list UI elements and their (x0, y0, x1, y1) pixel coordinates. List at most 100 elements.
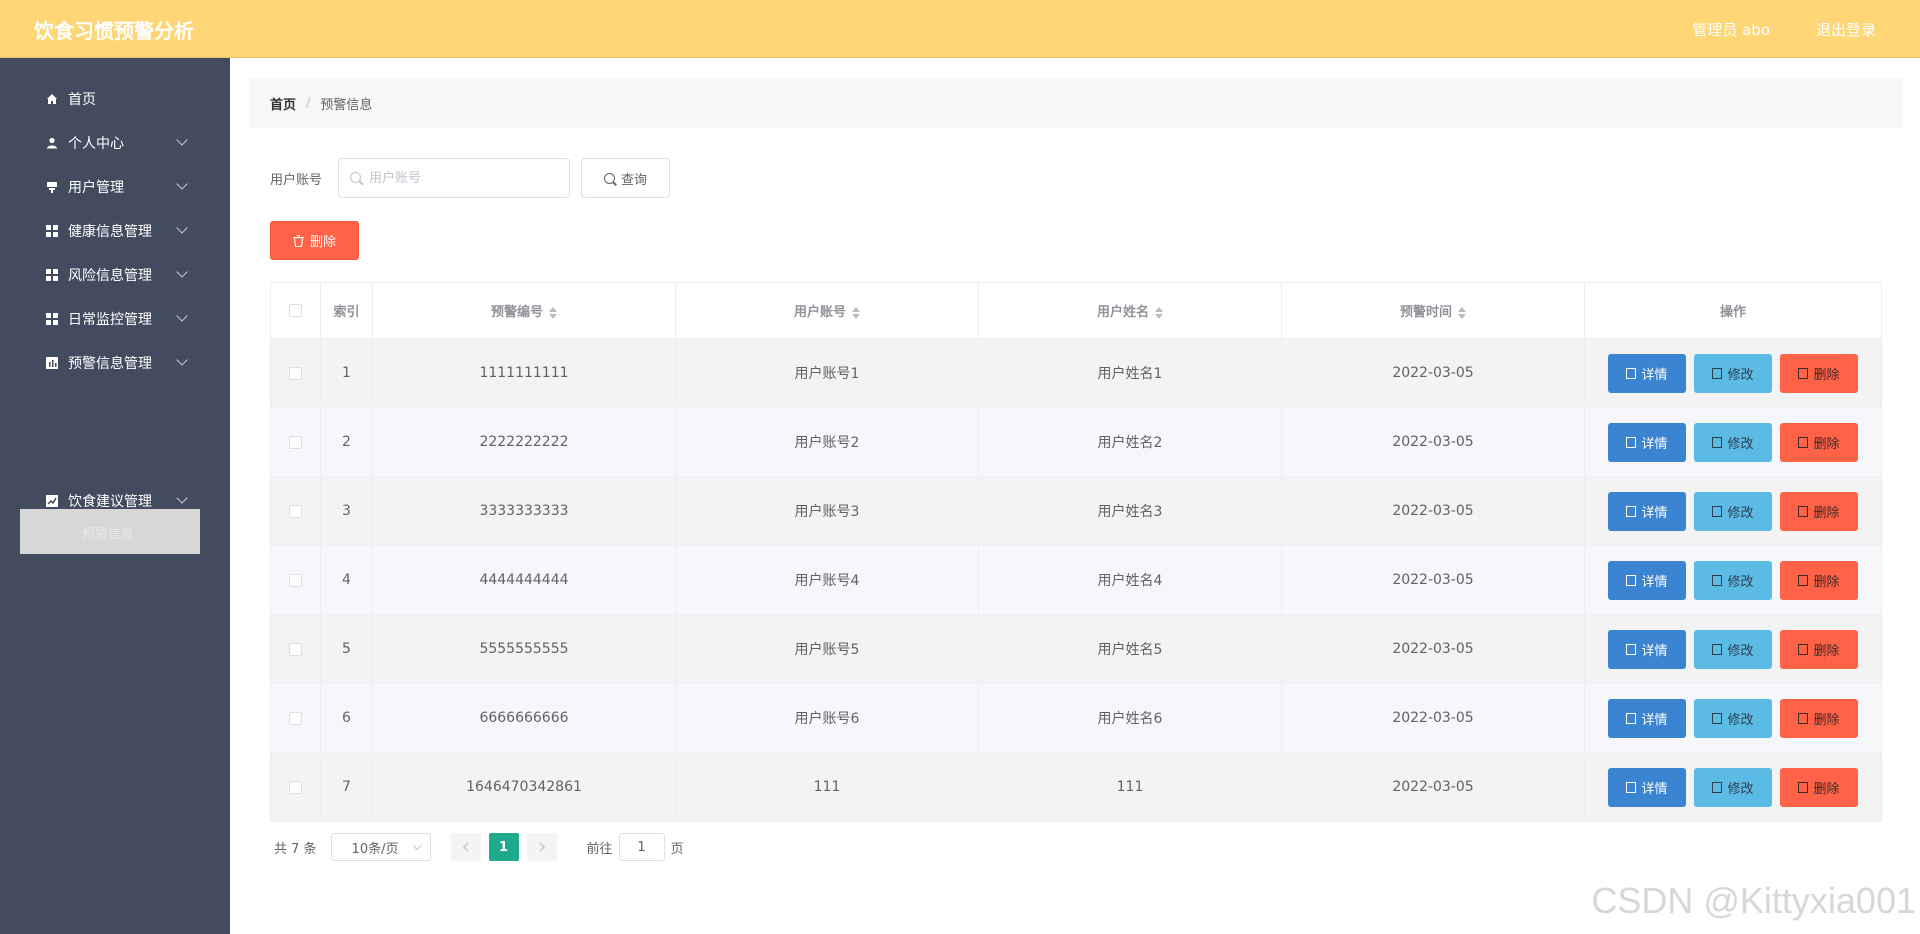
delete-button-label: 删除 (1813, 643, 1840, 659)
edit-button-label: 修改 (1727, 367, 1754, 383)
edit-button[interactable]: 修改 (1694, 698, 1772, 738)
detail-button[interactable]: 详情 (1608, 629, 1686, 669)
edit-button-label: 修改 (1727, 574, 1754, 590)
chevron-left-icon (462, 842, 469, 852)
pencil-icon (1712, 574, 1723, 586)
sidebar-item-label: 风险信息管理 (68, 268, 152, 284)
trash-icon (292, 234, 304, 247)
delete-button[interactable]: 删除 (1780, 698, 1858, 738)
next-page-button[interactable] (526, 833, 557, 861)
sidebar-item-label: 饮食建议管理 (68, 494, 152, 510)
delete-button[interactable]: 删除 (1780, 491, 1858, 531)
detail-button-label: 详情 (1641, 436, 1668, 452)
user-icon (45, 136, 59, 150)
header-time[interactable]: 预警时间 (1281, 282, 1585, 339)
edit-button-label: 修改 (1727, 643, 1754, 659)
page-number-current[interactable]: 1 (488, 833, 519, 861)
edit-button[interactable]: 修改 (1694, 629, 1772, 669)
document-icon (1626, 781, 1637, 793)
sidebar-subitem-label: 预警信息 (82, 527, 135, 542)
sidebar-item-user-management[interactable]: 用户管理 (0, 167, 230, 207)
edit-button[interactable]: 修改 (1694, 422, 1772, 462)
pencil-icon (1712, 643, 1723, 655)
bulk-delete-label: 删除 (309, 235, 336, 250)
bulk-delete-button[interactable]: 删除 (270, 221, 359, 260)
top-bar: 饮食习惯预警分析 管理员 abo 退出登录 (0, 0, 1920, 58)
breadcrumb-home[interactable]: 首页 (270, 94, 296, 113)
table-row: 2 2222222222 用户账号2 用户姓名2 2022-03-05 详情 修改 删除 (270, 407, 1882, 477)
sidebar-item-diet-advice[interactable]: 饮食建议管理 (0, 481, 230, 521)
sort-icon[interactable] (549, 306, 557, 319)
goto-page-input[interactable] (618, 833, 665, 861)
cell-ops: 详情 修改 删除 (1584, 338, 1882, 408)
chevron-down-icon (176, 178, 188, 190)
delete-button[interactable]: 删除 (1780, 353, 1858, 393)
row-checkbox[interactable] (289, 504, 302, 518)
header-warn-no[interactable]: 预警编号 (372, 282, 676, 339)
cell-ops: 详情 修改 删除 (1584, 752, 1882, 822)
search-icon (350, 172, 361, 183)
prev-page-button[interactable] (450, 833, 481, 861)
detail-button-label: 详情 (1641, 781, 1668, 797)
header-name[interactable]: 用户姓名 (978, 282, 1282, 339)
edit-button[interactable]: 修改 (1694, 491, 1772, 531)
document-icon (1626, 712, 1637, 724)
row-checkbox[interactable] (289, 573, 302, 587)
sidebar-item-personal-center[interactable]: 个人中心 (0, 123, 230, 163)
delete-button[interactable]: 删除 (1780, 629, 1858, 669)
search-box (338, 158, 570, 198)
cell-account: 用户账号2 (675, 407, 979, 477)
detail-button[interactable]: 详情 (1608, 698, 1686, 738)
row-checkbox[interactable] (289, 780, 302, 794)
pencil-icon (1712, 505, 1723, 517)
cell-warn-no: 1111111111 (372, 338, 676, 408)
sort-icon[interactable] (1155, 306, 1163, 319)
sidebar-item-daily-monitor[interactable]: 日常监控管理 (0, 299, 230, 339)
search-input[interactable] (369, 168, 559, 188)
edit-button[interactable]: 修改 (1694, 560, 1772, 600)
sidebar-item-home[interactable]: 首页 (0, 79, 230, 119)
row-checkbox[interactable] (289, 642, 302, 656)
grid-icon (45, 312, 59, 326)
query-button[interactable]: 查询 (581, 158, 670, 198)
detail-button[interactable]: 详情 (1608, 422, 1686, 462)
row-checkbox[interactable] (289, 711, 302, 725)
delete-button-label: 删除 (1813, 505, 1840, 521)
detail-button[interactable]: 详情 (1608, 560, 1686, 600)
page-size-select[interactable]: 10条/页 (330, 833, 431, 861)
delete-button[interactable]: 删除 (1780, 422, 1858, 462)
detail-button-label: 详情 (1641, 367, 1668, 383)
pencil-icon (1712, 436, 1723, 448)
sort-icon[interactable] (852, 306, 860, 319)
logout-link[interactable]: 退出登录 (1816, 19, 1876, 40)
row-select-cell (270, 614, 321, 684)
select-all-checkbox[interactable] (289, 304, 302, 317)
detail-button[interactable]: 详情 (1608, 767, 1686, 807)
sidebar-item-risk-info[interactable]: 风险信息管理 (0, 255, 230, 295)
goto-label: 前往 (586, 841, 613, 857)
sidebar-item-health-info[interactable]: 健康信息管理 (0, 211, 230, 251)
trash-icon (1798, 505, 1809, 517)
row-checkbox[interactable] (289, 435, 302, 449)
row-checkbox[interactable] (289, 366, 302, 380)
sidebar-item-warning-info[interactable]: 预警信息管理 (0, 343, 230, 383)
delete-button[interactable]: 删除 (1780, 560, 1858, 600)
edit-button[interactable]: 修改 (1694, 767, 1772, 807)
cell-name: 用户姓名6 (978, 683, 1282, 753)
home-icon (45, 92, 59, 106)
delete-button[interactable]: 删除 (1780, 767, 1858, 807)
cell-account: 111 (675, 752, 979, 822)
cell-warn-no: 2222222222 (372, 407, 676, 477)
cell-time: 2022-03-05 (1281, 752, 1585, 822)
header-account[interactable]: 用户账号 (675, 282, 979, 339)
cell-index: 2 (320, 407, 373, 477)
trash-icon (1798, 781, 1809, 793)
edit-button[interactable]: 修改 (1694, 353, 1772, 393)
watermark: CSDN @Kittyxia001 (1591, 880, 1916, 921)
detail-button[interactable]: 详情 (1608, 353, 1686, 393)
cell-warn-no: 4444444444 (372, 545, 676, 615)
row-select-cell (270, 407, 321, 477)
trash-icon (1798, 574, 1809, 586)
detail-button[interactable]: 详情 (1608, 491, 1686, 531)
sort-icon[interactable] (1458, 306, 1466, 319)
